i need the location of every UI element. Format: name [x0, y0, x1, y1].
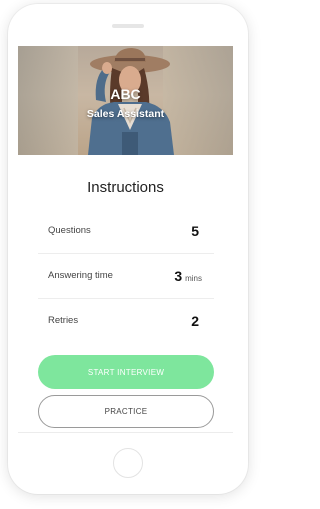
retries-value: 2	[191, 313, 199, 329]
answering-time-row: Answering time 3 mins	[38, 254, 214, 299]
app-screen: ABC Sales Assistant Instructions Questio…	[18, 46, 233, 433]
retries-value-wrap: 2	[191, 299, 202, 346]
instructions-title: Instructions	[87, 179, 164, 196]
retries-label: Retries	[48, 315, 79, 326]
retries-row: Retries 2	[38, 299, 214, 343]
questions-value-wrap: 5	[191, 209, 202, 256]
home-button[interactable]	[113, 448, 143, 478]
questions-value: 5	[191, 223, 199, 239]
hero-title: ABC	[110, 86, 141, 102]
hero-subtitle: Sales Assistant	[86, 108, 165, 120]
start-interview-button[interactable]: START INTERVIEW	[38, 355, 214, 389]
hero-banner: ABC Sales Assistant	[18, 46, 233, 155]
answering-time-label: Answering time	[48, 270, 113, 281]
phone-speaker	[112, 24, 144, 28]
answering-time-value-wrap: 3 mins	[174, 254, 202, 301]
phone-frame: ABC Sales Assistant Instructions Questio…	[8, 4, 248, 494]
questions-label: Questions	[48, 225, 91, 236]
practice-button[interactable]: PRACTICE	[38, 395, 214, 428]
questions-row: Questions 5	[38, 209, 214, 254]
answering-time-unit: mins	[185, 274, 202, 283]
answering-time-value: 3	[174, 268, 183, 284]
